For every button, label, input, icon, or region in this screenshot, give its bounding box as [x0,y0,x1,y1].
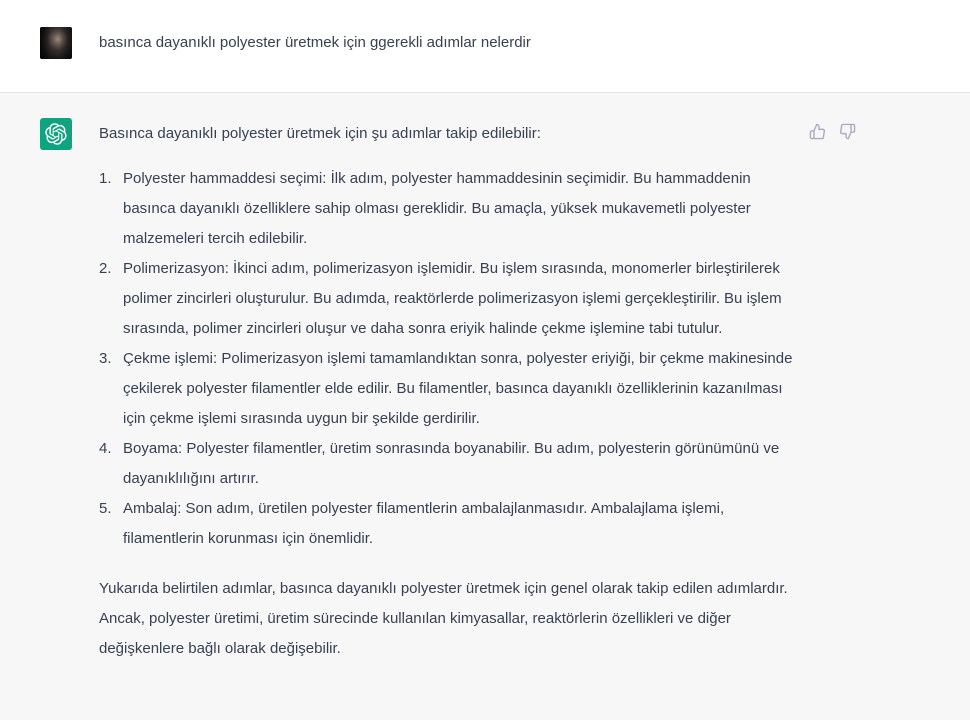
user-message-text: basınca dayanıklı polyester üretmek için… [99,34,531,51]
user-message-row: basınca dayanıklı polyester üretmek için… [0,0,970,93]
list-item: 4. Boyama: Polyester filamentler, üretim … [99,434,799,494]
thumbs-up-button[interactable] [808,122,826,140]
list-item-number: 4. [99,440,112,457]
list-item: 2. Polimerizasyon: İkinci adım, polimeriz… [99,254,799,344]
steps-list: 1. Polyester hammaddesi seçimi: İlk adım,… [99,164,799,554]
assistant-message-row: Basınca dayanıklı polyester üretmek için… [0,94,970,720]
list-item-text: Çekme işlemi: Polimerizasyon işlemi tama… [123,350,793,427]
list-item-number: 2. [99,260,112,277]
list-item: 3. Çekme işlemi: Polimerizasyon işlemi ta… [99,344,799,434]
list-item-text: Ambalaj: Son adım, üretilen polyester fi… [123,500,725,547]
list-item-text: Polimerizasyon: İkinci adım, polimerizas… [123,260,782,337]
list-item-number: 3. [99,350,112,367]
list-item-number: 1. [99,170,112,187]
feedback-buttons [808,122,856,140]
thumbs-down-icon [839,123,855,139]
list-item: 1. Polyester hammaddesi seçimi: İlk adım,… [99,164,799,254]
assistant-message-content: Basınca dayanıklı polyester üretmek için… [99,119,799,664]
openai-logo-icon [40,118,72,150]
thumbs-down-button[interactable] [838,122,856,140]
user-avatar [40,27,72,59]
list-item: 5. Ambalaj: Son adım, üretilen polyester … [99,494,799,554]
list-item-text: Boyama: Polyester filamentler, üretim so… [123,440,780,487]
list-item-number: 5. [99,500,112,517]
thumbs-up-icon [809,123,825,139]
assistant-outro: Yukarıda belirtilen adımlar, basınca day… [99,580,788,657]
assistant-intro: Basınca dayanıklı polyester üretmek için… [99,125,541,142]
list-item-text: Polyester hammaddesi seçimi: İlk adım, p… [123,170,751,247]
